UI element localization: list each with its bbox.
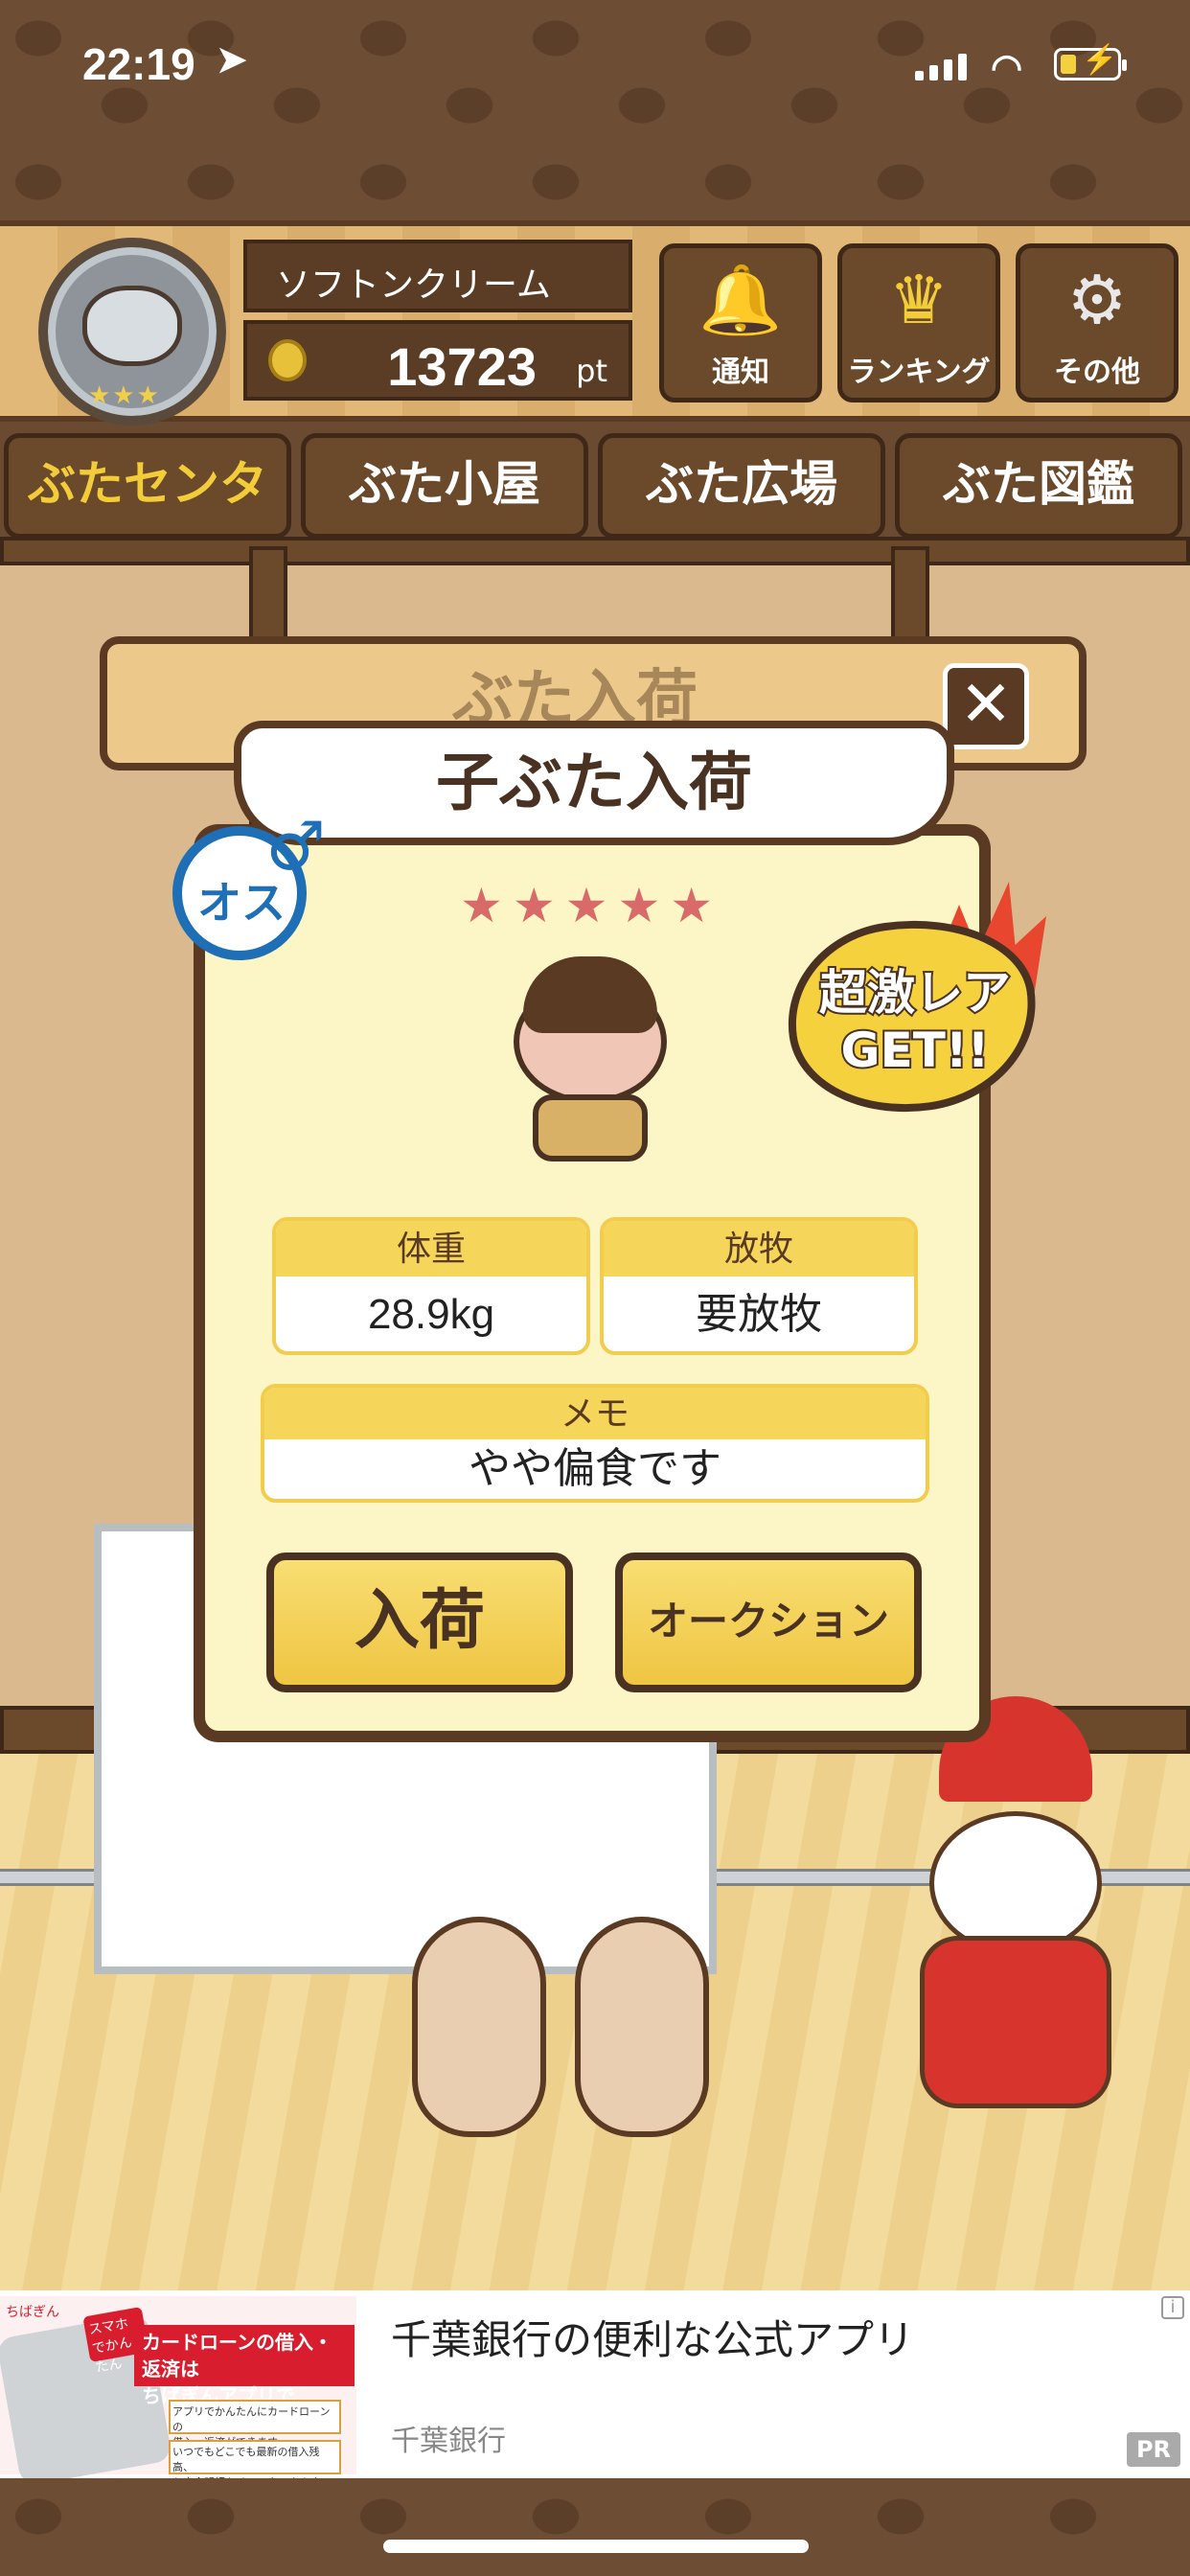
ad-note: アプリでかんたんにカードローンの 借入・返済ができます。 (169, 2400, 341, 2449)
auction-button[interactable]: オークション (615, 1552, 922, 1692)
points-display: 13723 pt (243, 320, 632, 401)
memo-label: メモ (264, 1388, 926, 1439)
notification-label: 通知 (712, 356, 769, 389)
tab-buta-center[interactable]: ぶたセンター (4, 433, 291, 604)
status-bar: 22:19 ➤ ◠ ⚡ (0, 0, 1190, 125)
ad-advertiser: 千葉銀行 (391, 2425, 506, 2458)
status-time: 22:19 (82, 39, 195, 89)
signal-icon (915, 54, 969, 80)
memo-field: メモ やや偏食です (261, 1384, 929, 1503)
ad-note: いつでもどこでも最新の借入残高、 入出金明細をチェックできます。 (169, 2440, 341, 2489)
grazing-label: 放牧 (604, 1221, 914, 1276)
ranking-label: ランキング (847, 356, 991, 389)
memo-value: やや偏食です (469, 1445, 721, 1492)
piglet-back (575, 1917, 709, 2137)
wifi-icon: ◠ (991, 48, 1023, 88)
ad-brand: ちばぎん (6, 2305, 59, 2320)
ad-title[interactable]: 千葉銀行の便利な公式アプリ (391, 2308, 914, 2366)
ad-headline: カードローンの借入・返済は ちばぎんアプリで (134, 2325, 355, 2407)
santa-character (891, 1696, 1140, 2147)
gear-icon: ⚙ (1066, 261, 1128, 339)
pig-avatar-icon (82, 286, 182, 366)
grazing-value: 要放牧 (696, 1291, 822, 1338)
crown-icon: ♛ (888, 261, 950, 339)
weight-label: 体重 (276, 1221, 586, 1276)
avatar[interactable]: ★★★ (38, 238, 226, 426)
piglet-character (504, 951, 676, 1162)
bottom-pattern-background (0, 2478, 1190, 2576)
close-button[interactable]: ✕ (943, 663, 1029, 749)
ad-image[interactable]: ちばぎん スマホでかんたん カードローンの借入・返済は ちばぎんアプリで アプリ… (0, 2296, 356, 2489)
male-symbol-icon: ♂ (265, 807, 326, 886)
male-badge: オス ♂ (172, 807, 326, 960)
weight-value: 28.9kg (367, 1291, 495, 1338)
points-value: 13723 (387, 336, 537, 397)
ad-banner[interactable]: ちばぎん スマホでかんたん カードローンの借入・返済は ちばぎんアプリで アプリ… (0, 2290, 1190, 2489)
player-name: ソフトンクリーム (243, 240, 632, 312)
rarity-stars: ★★★★★ (460, 878, 723, 933)
tab-buta-plaza[interactable]: ぶた広場 (598, 433, 885, 539)
other-label: その他 (1054, 356, 1140, 389)
ad-info-icon[interactable]: i (1161, 2296, 1184, 2319)
piglet-back (412, 1917, 546, 2137)
arrive-button[interactable]: 入荷 (266, 1552, 573, 1692)
avatar-stars: ★★★ (88, 381, 161, 410)
ranking-button[interactable]: ♛ ランキング (837, 243, 1000, 402)
location-icon: ➤ (217, 40, 247, 80)
tab-buta-hut[interactable]: ぶた小屋 (301, 433, 588, 539)
notification-button[interactable]: 🔔 通知 (659, 243, 822, 402)
tab-bar: ぶたセンター ぶた小屋 ぶた広場 ぶた図鑑 (0, 429, 1190, 604)
coin-icon (268, 339, 307, 381)
points-unit: pt (576, 353, 607, 389)
tab-buta-encyclopedia[interactable]: ぶた図鑑 (895, 433, 1182, 539)
super-rare-badge: 超激レア GET!! (775, 882, 1094, 1131)
weight-field: 体重 28.9kg (272, 1217, 590, 1355)
grazing-field: 放牧 要放牧 (600, 1217, 918, 1355)
super-rare-text: 超激レア GET!! (817, 963, 1013, 1080)
battery-icon: ⚡ (1054, 44, 1127, 80)
dialog-title: 子ぶた入荷 (234, 721, 954, 845)
pr-badge: PR (1127, 2432, 1180, 2467)
other-button[interactable]: ⚙ その他 (1016, 243, 1179, 402)
bell-icon: 🔔 (698, 261, 783, 339)
roof-beam (0, 537, 1190, 565)
home-indicator[interactable] (383, 2540, 809, 2553)
